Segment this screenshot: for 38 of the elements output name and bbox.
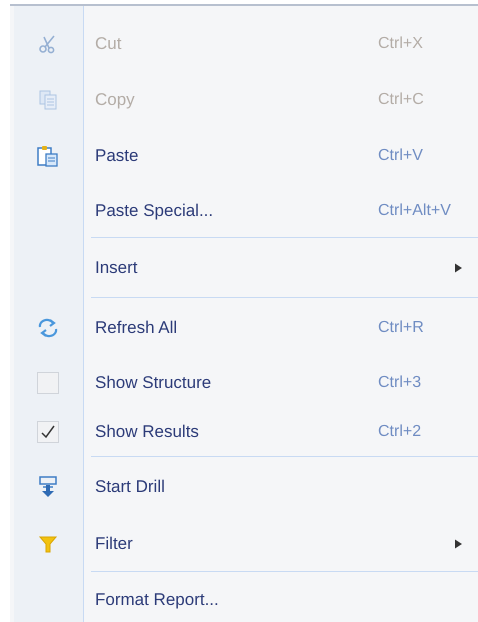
menu-label: Format Report... bbox=[95, 589, 220, 612]
menu-label: Filter bbox=[95, 533, 134, 556]
filter-icon bbox=[38, 535, 56, 553]
menu-item[interactable]: Format Report... bbox=[10, 572, 478, 622]
menu-label: Paste bbox=[95, 145, 140, 168]
refresh-icon bbox=[36, 318, 58, 338]
checkbox[interactable] bbox=[36, 421, 58, 443]
menu-label: Show Structure bbox=[95, 372, 212, 394]
menu-label: Copy bbox=[95, 89, 136, 112]
shortcut-text: Ctrl+2 bbox=[378, 422, 422, 442]
scissors-icon bbox=[38, 34, 58, 54]
menu-item[interactable]: Refresh All Ctrl+R bbox=[10, 298, 478, 358]
checkmark-icon bbox=[40, 424, 56, 440]
checkbox[interactable] bbox=[36, 372, 58, 394]
menu-label: Refresh All bbox=[95, 317, 178, 340]
shortcut-text: Ctrl+X bbox=[378, 34, 423, 54]
menu-label: Paste Special... bbox=[95, 200, 214, 222]
submenu-arrow-icon bbox=[455, 263, 462, 272]
menu-label: Cut bbox=[95, 33, 122, 56]
menu-item[interactable]: Paste Ctrl+V bbox=[10, 128, 478, 184]
submenu-arrow-icon bbox=[455, 540, 462, 548]
shortcut-text: Ctrl+Alt+V bbox=[378, 200, 451, 220]
menu-item[interactable]: Show Results Ctrl+2 bbox=[10, 408, 478, 456]
clipboard-icon bbox=[36, 145, 58, 167]
menu-item[interactable]: Filter bbox=[10, 517, 478, 571]
menu-item[interactable]: Paste Special... Ctrl+Alt+V bbox=[10, 184, 478, 237]
shortcut-text: Ctrl+C bbox=[378, 90, 424, 110]
menu-label: Show Results bbox=[95, 421, 200, 444]
menu-label: Start Drill bbox=[95, 476, 166, 498]
menu-label: Insert bbox=[95, 256, 139, 279]
shortcut-text: Ctrl+R bbox=[378, 318, 424, 338]
menu-item[interactable]: Show Structure Ctrl+3 bbox=[10, 358, 478, 408]
copy-icon bbox=[38, 90, 56, 110]
drill-down-icon bbox=[38, 476, 56, 498]
menu-item[interactable]: Insert bbox=[10, 238, 478, 297]
shortcut-text: Ctrl+3 bbox=[378, 373, 422, 393]
menu-item[interactable]: Start Drill bbox=[10, 457, 478, 517]
shortcut-text: Ctrl+V bbox=[378, 146, 423, 166]
